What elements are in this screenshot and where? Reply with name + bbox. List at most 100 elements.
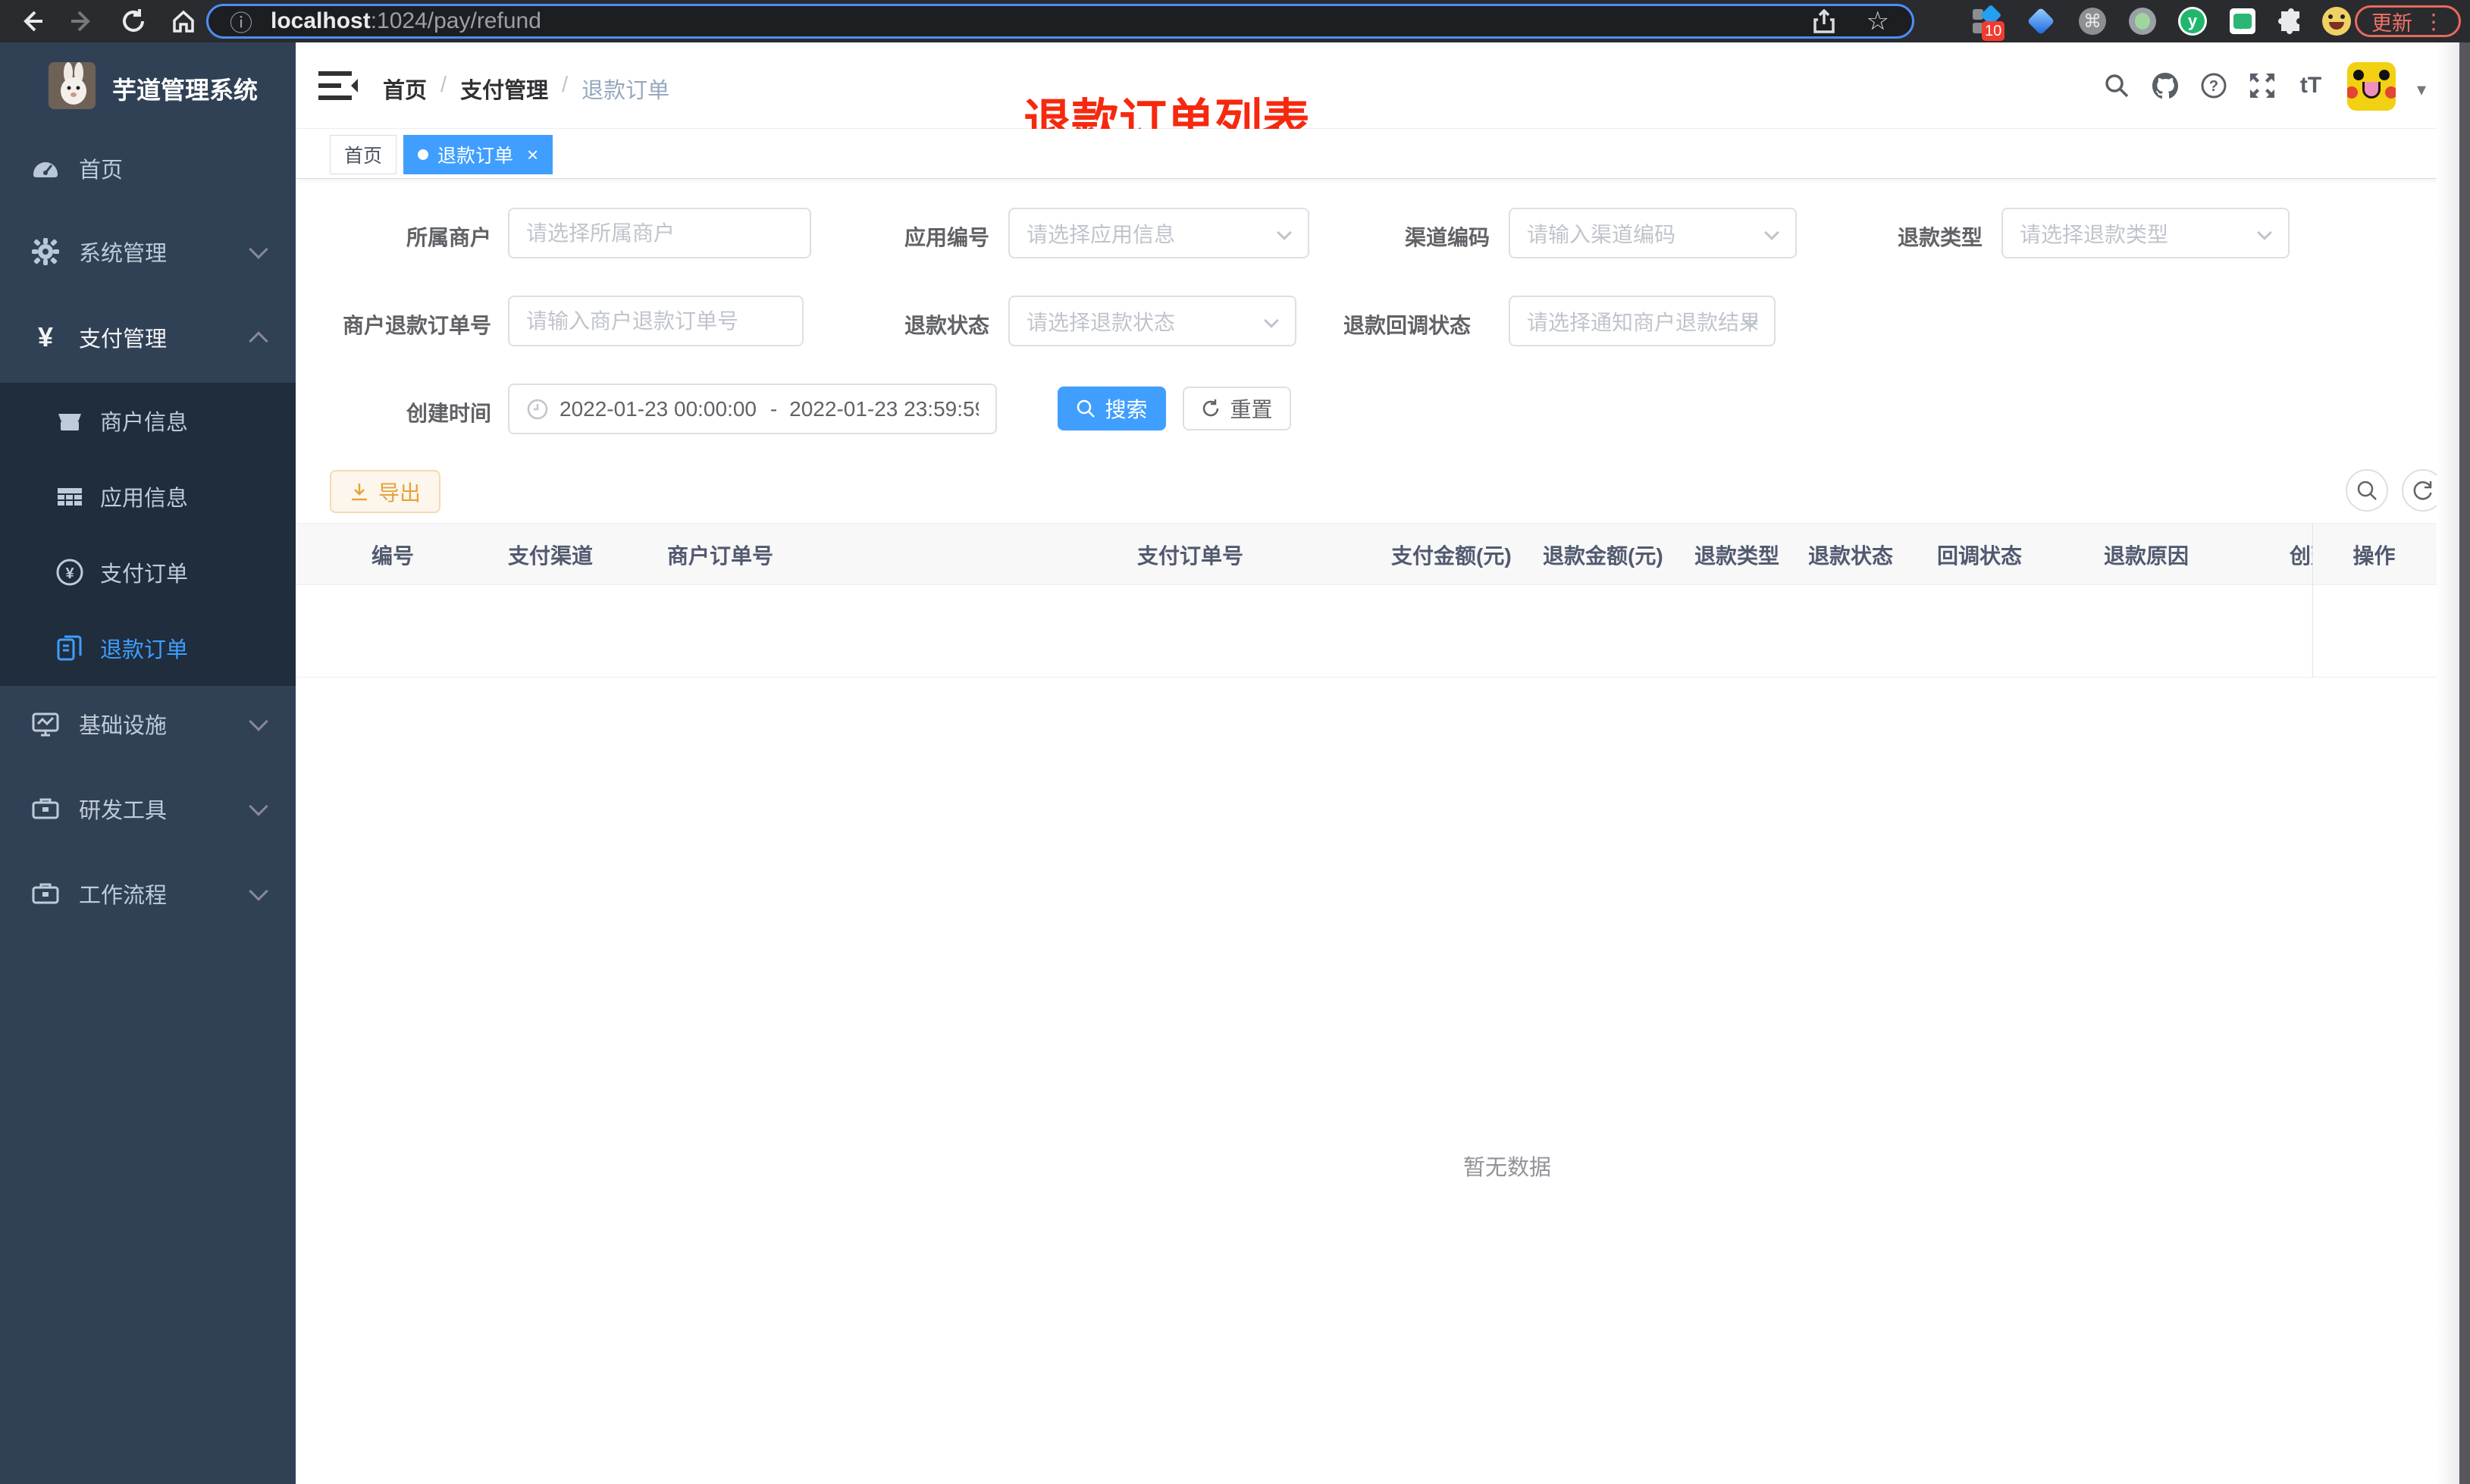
main-area: 首页 / 支付管理 / 退款订单 退款订单列表 ? tT ▾ 首页 退款订单 ×…: [296, 42, 2470, 1484]
close-icon[interactable]: ×: [527, 143, 538, 167]
refund-status-label: 退款状态: [904, 314, 989, 337]
sidebar-item-infra[interactable]: 基础设施: [0, 682, 296, 765]
dashboard-icon: [29, 152, 62, 185]
tab-refund-order[interactable]: 退款订单 ×: [403, 135, 553, 174]
merchant-refund-no-label: 商户退款订单号: [342, 314, 491, 337]
logo-image: [49, 62, 96, 109]
col-id: 编号: [371, 544, 415, 568]
col-refund-reason: 退款原因: [2104, 544, 2189, 568]
breadcrumb-pay[interactable]: 支付管理: [460, 73, 548, 105]
browser-menu-icon[interactable]: ⋮: [2423, 9, 2444, 34]
sidebar-collapse-icon[interactable]: [318, 70, 358, 102]
extension-emoji-icon[interactable]: [2321, 6, 2352, 36]
svg-text:¥: ¥: [65, 565, 74, 582]
search-button[interactable]: 搜索: [1058, 387, 1166, 430]
app-select[interactable]: 请选择应用信息: [1008, 208, 1309, 258]
merchant-refund-no-field[interactable]: [526, 308, 785, 333]
sidebar-item-devtools[interactable]: 研发工具: [0, 767, 296, 850]
gear-icon: [29, 235, 62, 268]
sidebar-item-label: 退款订单: [100, 638, 189, 662]
search-icon[interactable]: [2092, 42, 2141, 129]
channel-label: 渠道编码: [1404, 226, 1490, 249]
merchant-input-field[interactable]: [526, 221, 793, 246]
active-dot: [418, 149, 428, 160]
merchant-input[interactable]: [508, 208, 811, 258]
extension-record-icon[interactable]: [2127, 6, 2158, 36]
create-time-label: 创建时间: [406, 402, 491, 425]
browser-update-button[interactable]: 更新 ⋮: [2355, 5, 2461, 37]
url-host: localhost: [271, 8, 371, 33]
avatar[interactable]: [2347, 62, 2396, 111]
extension-badge: 10: [1982, 21, 2005, 41]
sidebar-item-pay-order[interactable]: ¥ 支付订单: [0, 534, 296, 610]
breadcrumb-separator: /: [440, 73, 447, 97]
extension-chat-icon[interactable]: [2227, 6, 2258, 36]
notify-status-placeholder: 请选择通知商户退款结果的回调状态: [1527, 310, 1757, 334]
share-icon[interactable]: [1812, 9, 1836, 33]
reload-icon[interactable]: [118, 6, 149, 36]
extension-command-icon[interactable]: ⌘: [2077, 6, 2108, 36]
extensions-puzzle-icon[interactable]: [2276, 6, 2306, 36]
date-start-value[interactable]: 2022-01-23 00:00:00: [560, 397, 758, 421]
home-icon[interactable]: [168, 6, 199, 36]
extension-gem-icon[interactable]: [2026, 6, 2056, 36]
sidebar-item-app-info[interactable]: 应用信息: [0, 459, 296, 534]
window-edge: [2459, 42, 2470, 1484]
pay-submenu: 商户信息 应用信息 ¥ 支付订单 退款订单: [0, 383, 296, 686]
update-label: 更新: [2371, 11, 2412, 35]
avatar-caret-icon[interactable]: ▾: [2417, 79, 2426, 101]
url-bar[interactable]: ⓘ localhost:1024/pay/refund ☆: [206, 4, 1914, 39]
table-empty-row: 暂无数据: [296, 585, 2437, 1180]
export-button[interactable]: 导出: [330, 470, 440, 513]
yen-icon: ¥: [37, 321, 54, 352]
clock-icon: [526, 398, 549, 421]
sidebar-item-label: 工作流程: [79, 884, 168, 908]
merchant-refund-no-input[interactable]: [508, 296, 804, 346]
channel-select[interactable]: 请输入渠道编码: [1509, 208, 1797, 258]
site-info-icon[interactable]: ⓘ: [230, 5, 252, 38]
sidebar-item-workflow[interactable]: 工作流程: [0, 852, 296, 935]
chevron-down-icon: [249, 797, 268, 816]
help-icon[interactable]: ?: [2189, 42, 2238, 129]
font-size-icon[interactable]: tT: [2287, 42, 2335, 129]
sidebar-item-label: 支付订单: [100, 562, 189, 587]
sidebar-item-merchant-info[interactable]: 商户信息: [0, 383, 296, 459]
empty-text: 暂无数据: [1462, 1156, 1551, 1180]
breadcrumb-separator: /: [562, 73, 569, 97]
app-title: 芋道管理系统: [112, 77, 259, 104]
bookmark-star-icon[interactable]: ☆: [1867, 6, 1889, 36]
back-icon[interactable]: [17, 6, 47, 36]
date-end-value[interactable]: 2022-01-23 23:59:59: [789, 397, 979, 421]
breadcrumb-home[interactable]: 首页: [383, 73, 427, 105]
col-pay-amount: 支付金额(元): [1391, 544, 1512, 568]
extension-y-icon[interactable]: y: [2177, 6, 2208, 36]
sidebar-item-refund-order[interactable]: 退款订单: [0, 610, 296, 686]
col-refund-amount: 退款金额(元): [1543, 544, 1663, 568]
merchant-label: 所属商户: [406, 226, 491, 249]
date-range-picker[interactable]: 2022-01-23 00:00:00 - 2022-01-23 23:59:5…: [508, 384, 997, 434]
sidebar-item-pay[interactable]: ¥ 支付管理: [0, 296, 296, 379]
sidebar-item-home[interactable]: 首页: [0, 127, 296, 210]
toolbox-icon: [29, 792, 62, 825]
yen-circle-icon: ¥: [55, 557, 85, 587]
reset-button[interactable]: 重置: [1183, 387, 1291, 430]
channel-select-placeholder: 请输入渠道编码: [1527, 222, 1676, 246]
refund-type-select[interactable]: 请选择退款类型: [2001, 208, 2290, 258]
tab-home[interactable]: 首页: [330, 135, 397, 174]
extension-diamond-icon[interactable]: 10: [1971, 4, 2005, 41]
tab-label: 退款订单: [437, 146, 514, 167]
notify-status-select[interactable]: 请选择通知商户退款结果的回调状态: [1509, 296, 1776, 346]
chevron-down-icon: [249, 240, 268, 259]
toggle-search-button[interactable]: [2346, 469, 2388, 512]
col-merchant-order-no: 商户订单号: [667, 544, 774, 568]
browser-toolbar: ⓘ localhost:1024/pay/refund ☆ 10 ⌘ y 更新 …: [0, 0, 2470, 42]
sidebar-item-label: 基础设施: [79, 714, 168, 738]
sidebar-item-system[interactable]: 系统管理: [0, 210, 296, 293]
refund-type-placeholder: 请选择退款类型: [2020, 222, 2169, 246]
url-path: :1024/pay/refund: [370, 8, 541, 33]
sidebar-item-label: 应用信息: [100, 487, 189, 511]
github-icon[interactable]: [2141, 42, 2189, 129]
forward-icon[interactable]: [67, 6, 97, 36]
refund-status-select[interactable]: 请选择退款状态: [1008, 296, 1296, 346]
fullscreen-icon[interactable]: [2238, 42, 2287, 129]
